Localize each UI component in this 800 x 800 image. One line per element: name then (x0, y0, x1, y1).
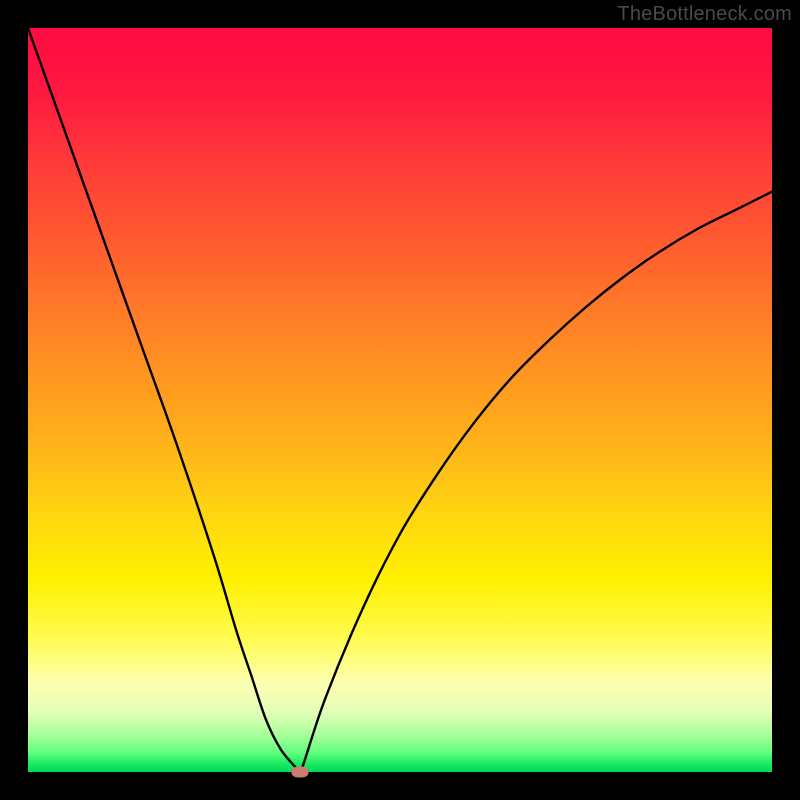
plot-area (28, 28, 772, 772)
optimal-point-marker (291, 767, 308, 778)
chart-frame: TheBottleneck.com (0, 0, 800, 800)
watermark-text: TheBottleneck.com (617, 3, 792, 26)
bottleneck-curve (28, 28, 772, 772)
